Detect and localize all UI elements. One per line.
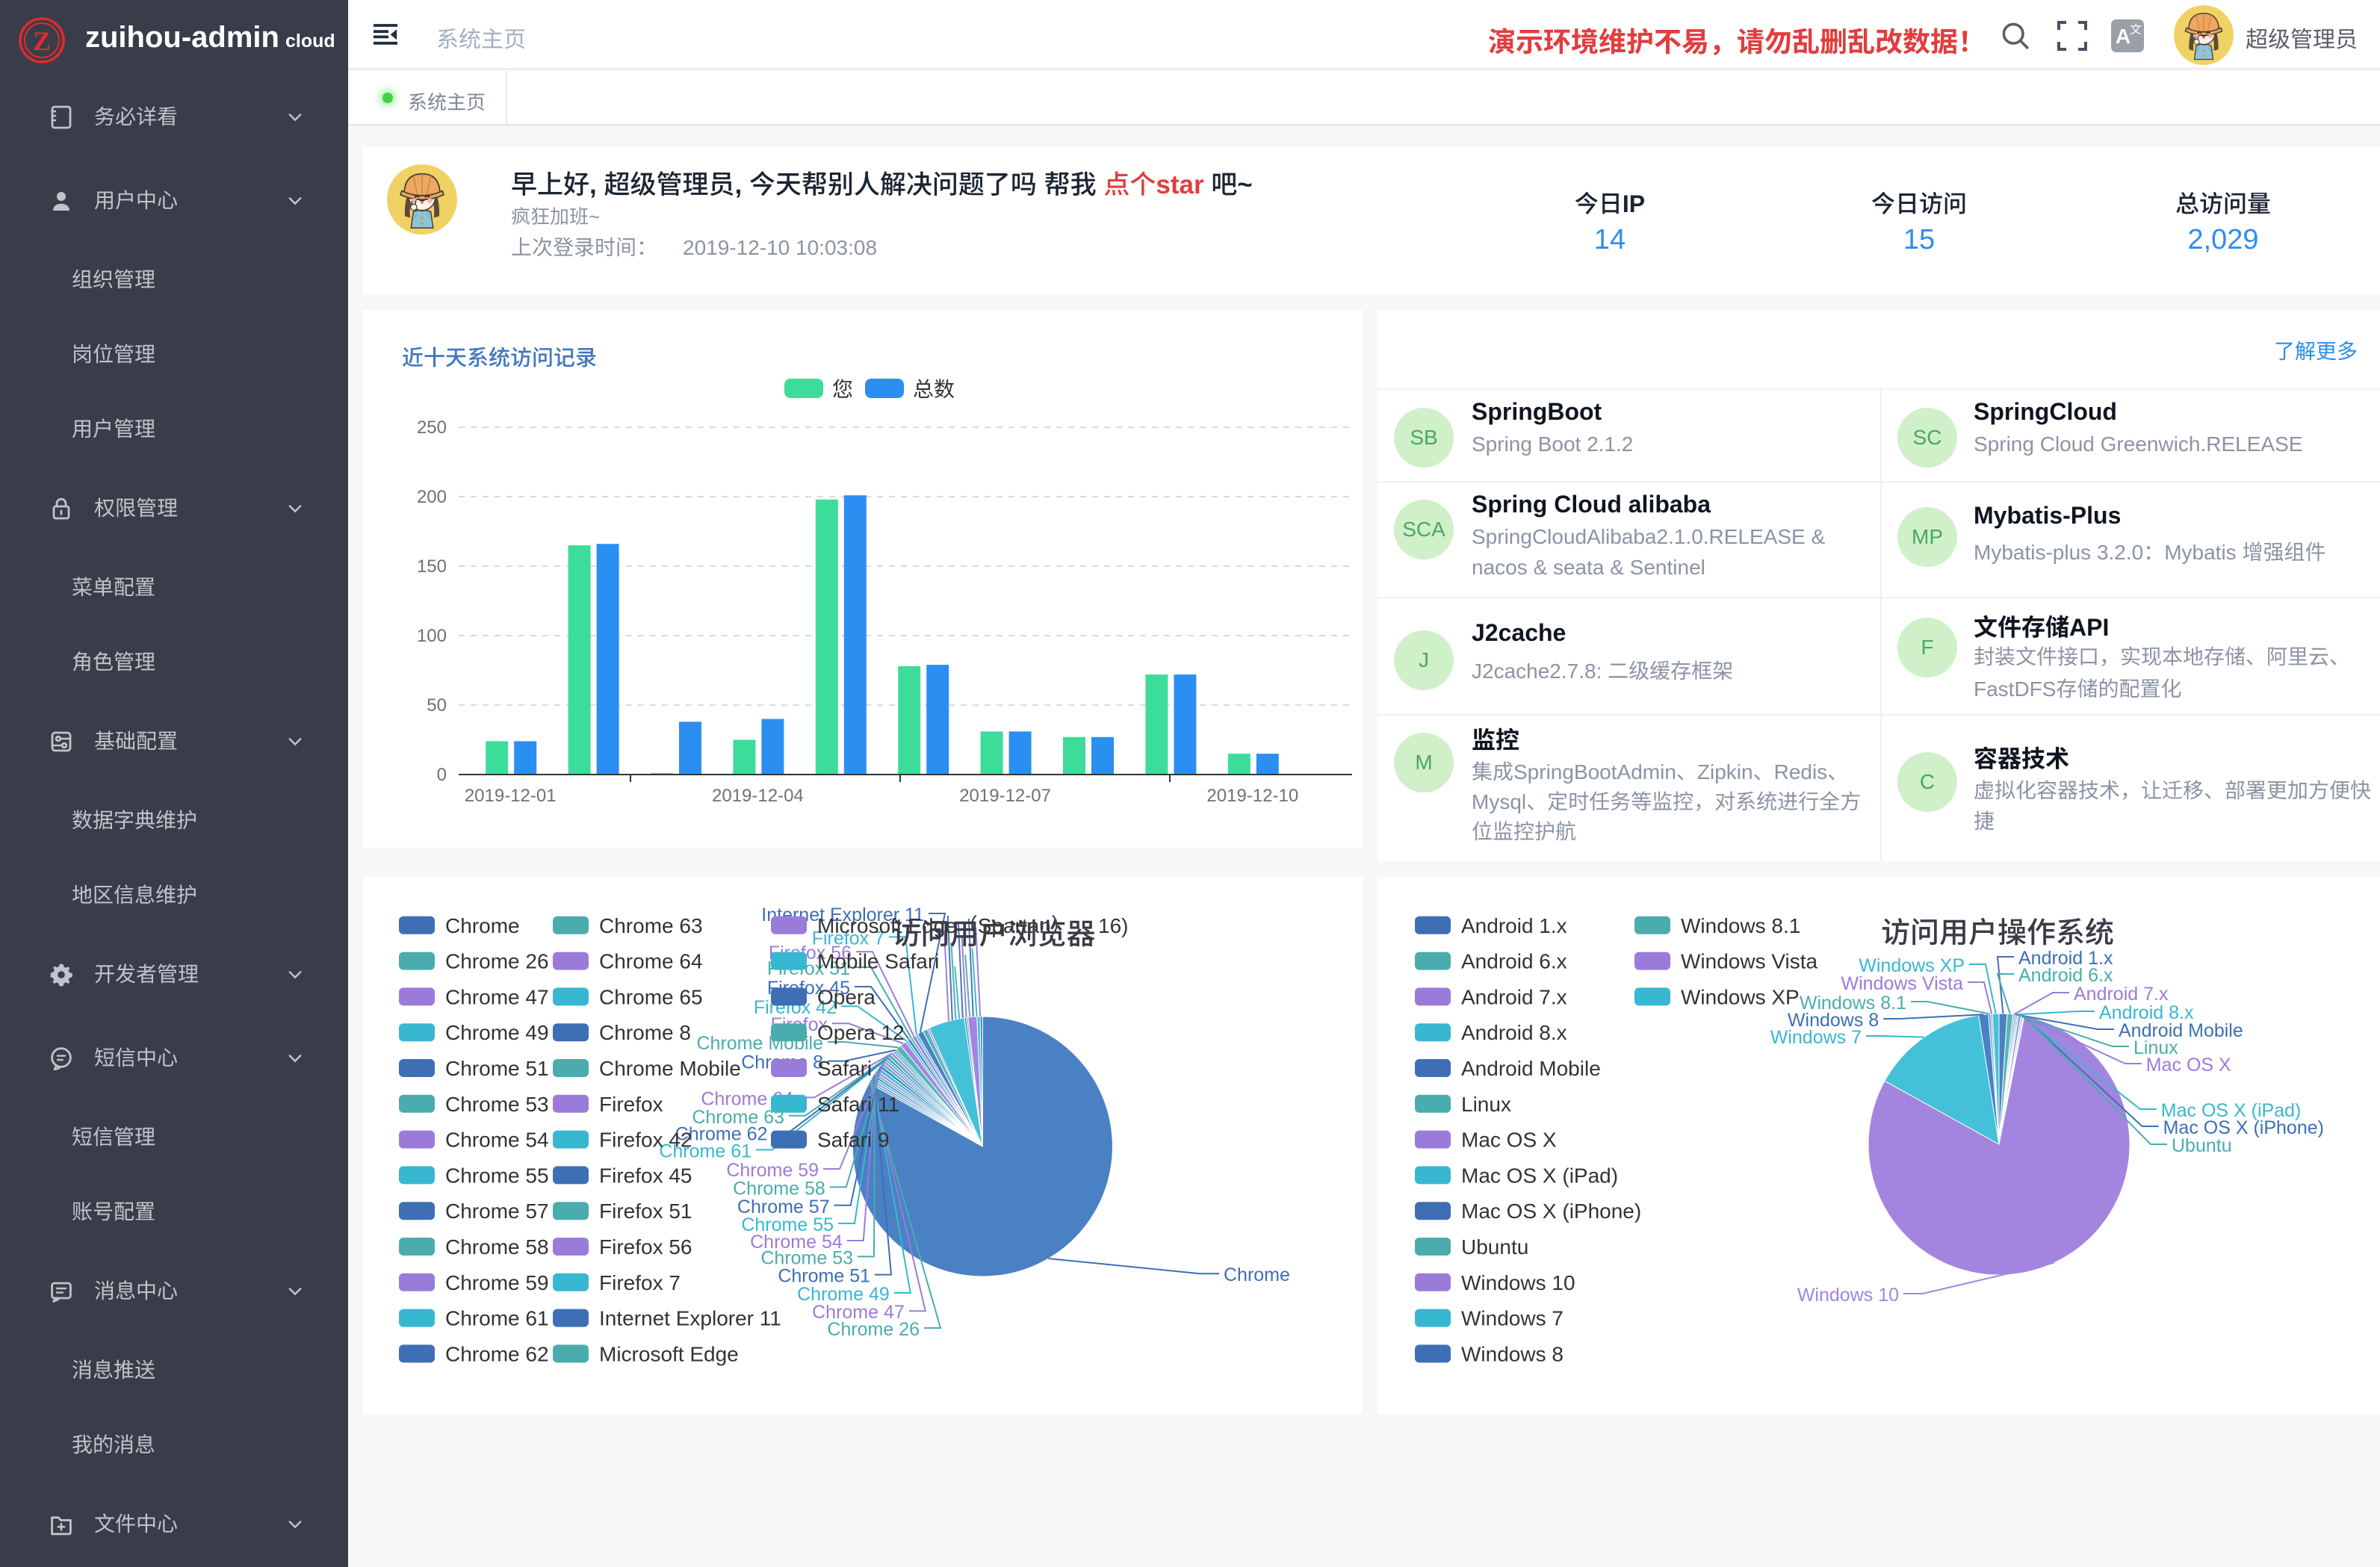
svg-text:Microsoft Edge: Microsoft Edge [599,1342,739,1365]
svg-text:Chrome 47: Chrome 47 [445,985,549,1008]
svg-text:250: 250 [417,418,447,438]
svg-text:Android 6.x: Android 6.x [2018,965,2113,986]
svg-text:Mobile Safari: Mobile Safari [817,950,939,973]
svg-text:Opera 12: Opera 12 [817,1021,905,1044]
svg-text:Chrome 57: Chrome 57 [737,1197,830,1217]
svg-text:Chrome 64: Chrome 64 [599,950,703,973]
svg-text:Firefox 56: Firefox 56 [599,1235,692,1259]
svg-text:Windows Vista: Windows Vista [1841,973,1964,994]
svg-text:Android 1.x: Android 1.x [1461,914,1567,937]
svg-text:16): 16) [1098,914,1128,937]
svg-text:总数: 总数 [913,378,955,401]
svg-text:Chrome 59: Chrome 59 [445,1271,549,1294]
svg-text:您: 您 [832,378,853,401]
svg-text:Android 7.x: Android 7.x [1461,985,1567,1008]
svg-text:Opera: Opera [817,985,876,1008]
svg-text:Mac OS X (iPhone): Mac OS X (iPhone) [1461,1200,1641,1223]
svg-text:Firefox 45: Firefox 45 [599,1164,692,1187]
svg-text:Firefox 51: Firefox 51 [599,1200,692,1223]
svg-text:Android 7.x: Android 7.x [2074,984,2169,1005]
svg-text:Linux: Linux [1461,1093,1511,1116]
svg-text:150: 150 [417,556,447,577]
svg-text:Chrome Mobile: Chrome Mobile [599,1057,741,1080]
svg-text:A: A [2116,25,2130,48]
svg-text:Chrome 8: Chrome 8 [599,1021,691,1044]
svg-text:近十天系统访问记录: 近十天系统访问记录 [402,347,597,370]
svg-text:Firefox: Firefox [599,1093,663,1116]
svg-text:Chrome 53: Chrome 53 [445,1093,549,1116]
svg-text:Windows 10: Windows 10 [1797,1285,1899,1306]
svg-text:Chrome 57: Chrome 57 [445,1200,549,1223]
svg-text:Safari 9: Safari 9 [817,1129,890,1152]
svg-text:Chrome 58: Chrome 58 [733,1178,825,1199]
svg-text:Chrome 61: Chrome 61 [445,1307,549,1330]
svg-text:Safari 11: Safari 11 [817,1093,899,1116]
svg-text:Android Mobile: Android Mobile [1461,1057,1601,1080]
svg-text:Ubuntu: Ubuntu [2172,1135,2232,1156]
svg-text:Safari: Safari [817,1057,872,1080]
svg-text:2019-12-07: 2019-12-07 [959,786,1051,806]
svg-text:Chrome 55: Chrome 55 [445,1164,549,1187]
svg-text:Mac OS X: Mac OS X [2146,1055,2231,1076]
svg-text:Chrome: Chrome [445,914,520,937]
svg-text:Chrome 47: Chrome 47 [812,1302,905,1323]
svg-text:Chrome 63: Chrome 63 [599,914,703,937]
svg-text:Chrome: Chrome [1224,1265,1290,1285]
svg-text:访问用户浏览器: 访问用户浏览器 [891,919,1095,951]
svg-text:Windows 8.1: Windows 8.1 [1681,914,1800,937]
svg-text:Mac OS X: Mac OS X [1461,1129,1557,1152]
svg-text:Windows 10: Windows 10 [1461,1271,1575,1294]
svg-text:Windows 8: Windows 8 [1461,1342,1564,1365]
svg-text:0: 0 [437,765,447,785]
svg-text:2019-12-10: 2019-12-10 [1206,786,1298,806]
svg-text:Chrome 63: Chrome 63 [692,1107,784,1128]
svg-text:Chrome 54: Chrome 54 [445,1129,549,1152]
svg-text:Chrome 26: Chrome 26 [445,950,549,973]
svg-text:Windows XP: Windows XP [1681,985,1800,1008]
svg-text:Chrome 65: Chrome 65 [599,985,703,1008]
svg-text:Android 6.x: Android 6.x [1461,950,1567,973]
svg-text:Chrome 51: Chrome 51 [778,1266,870,1287]
svg-text:Firefox 7: Firefox 7 [599,1271,681,1294]
svg-text:Android 8.x: Android 8.x [1461,1021,1567,1044]
svg-text:Chrome 51: Chrome 51 [445,1057,549,1080]
svg-text:Z: Z [33,26,51,56]
svg-text:Chrome 62: Chrome 62 [445,1342,549,1365]
svg-text:Chrome 49: Chrome 49 [445,1021,549,1044]
svg-text:Chrome 59: Chrome 59 [726,1160,819,1181]
svg-text:Windows 7: Windows 7 [1461,1307,1564,1330]
svg-text:2019-12-04: 2019-12-04 [712,786,804,806]
svg-text:访问用户操作系统: 访问用户操作系统 [1881,917,2114,949]
svg-text:Windows 7: Windows 7 [1770,1027,1862,1048]
svg-text:100: 100 [417,626,447,646]
svg-text:Windows Vista: Windows Vista [1681,950,1818,973]
svg-text:Internet Explorer 11: Internet Explorer 11 [599,1307,781,1330]
svg-text:Chrome 58: Chrome 58 [445,1235,549,1259]
svg-text:Chrome 49: Chrome 49 [797,1284,890,1305]
svg-text:Mac OS X (iPad): Mac OS X (iPad) [1461,1164,1618,1187]
svg-text:文: 文 [2130,23,2142,37]
svg-text:Ubuntu: Ubuntu [1461,1235,1528,1259]
svg-text:200: 200 [417,487,447,507]
svg-text:2019-12-01: 2019-12-01 [465,786,557,806]
svg-text:Chrome 55: Chrome 55 [741,1214,834,1235]
svg-text:Firefox 42: Firefox 42 [599,1129,692,1152]
svg-text:50: 50 [427,695,447,716]
